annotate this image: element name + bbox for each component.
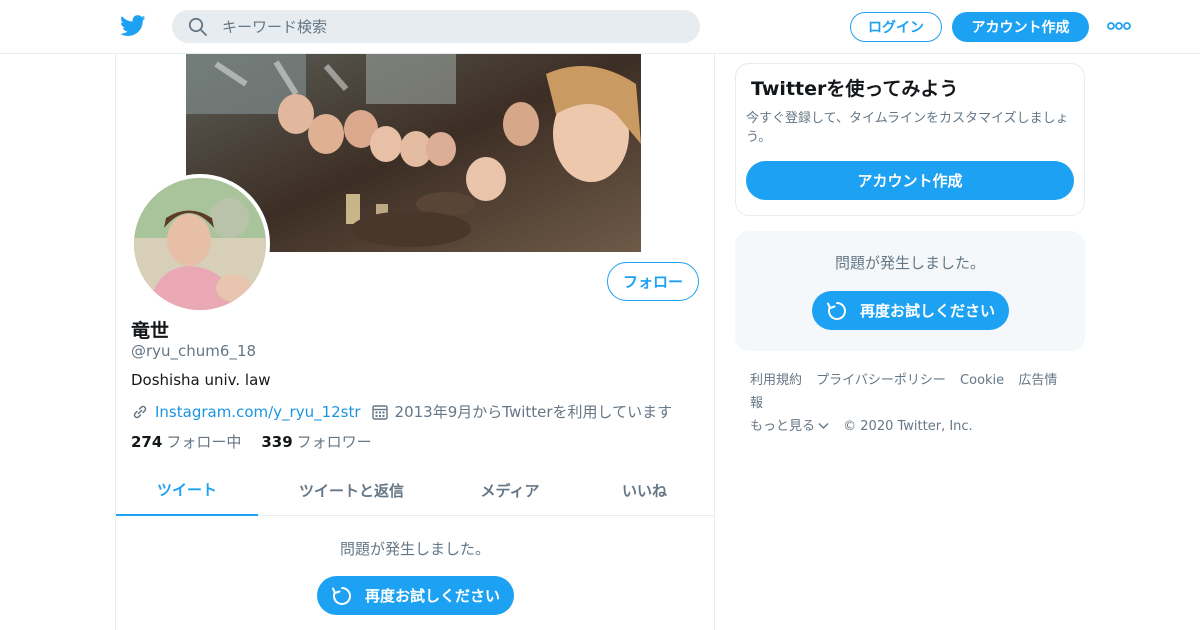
- footer-more-label: もっと見る: [750, 419, 816, 434]
- chevron-down-icon: [818, 423, 829, 429]
- sidebar-error-message: 問題が発生しました。: [834, 254, 985, 272]
- footer-link-cookie[interactable]: Cookie: [960, 373, 1004, 388]
- more-options-icon[interactable]: [1106, 18, 1132, 34]
- sidebar-retry-label: 再度お試しください: [859, 302, 995, 320]
- tab-tweets-and-replies[interactable]: ツイートと返信: [258, 464, 445, 516]
- follow-button[interactable]: フォロー: [607, 262, 699, 301]
- tab-tweets[interactable]: ツイート: [116, 464, 258, 516]
- tab-likes[interactable]: いいね: [575, 464, 714, 516]
- sidebar-retry-button[interactable]: 再度お試しください: [812, 291, 1009, 330]
- promo-title: Twitterを使ってみよう: [751, 78, 959, 100]
- profile-bio: Doshisha univ. law: [131, 371, 271, 389]
- timeline-retry-button[interactable]: 再度お試しください: [317, 576, 514, 615]
- search-input[interactable]: [222, 17, 682, 36]
- profile-avatar[interactable]: [130, 174, 270, 314]
- following-count-link[interactable]: 274 フォロー中: [131, 431, 241, 452]
- footer-link-terms[interactable]: 利用規約: [750, 373, 802, 388]
- refresh-icon: [826, 301, 846, 320]
- profile-website-link[interactable]: Instagram.com/y_ryu_12str: [155, 403, 361, 421]
- profile-column: フォロー 竜世 @ryu_chum6_18 Doshisha univ. law…: [115, 54, 715, 630]
- profile-tabs: ツイート ツイートと返信 メディア いいね: [116, 464, 714, 516]
- refresh-icon: [331, 586, 351, 605]
- followers-count: 339: [261, 433, 293, 451]
- profile-display-name: 竜世: [131, 320, 170, 342]
- promo-signup-button[interactable]: アカウント作成: [746, 161, 1074, 200]
- signup-promo-card: Twitterを使ってみよう 今すぐ登録して、タイムラインをカスタマイズしましょ…: [735, 63, 1085, 216]
- footer-link-privacy[interactable]: プライバシーポリシー: [816, 373, 946, 388]
- link-icon: [133, 405, 147, 418]
- profile-join-date: 2013年9月からTwitterを利用しています: [394, 403, 673, 421]
- twitter-bird-icon[interactable]: [120, 14, 146, 38]
- profile-counts: 274 フォロー中 339 フォロワー: [131, 431, 392, 452]
- sidebar-error-card: 問題が発生しました。 再度お試しください: [735, 231, 1085, 351]
- promo-subtitle: 今すぐ登録して、タイムラインをカスタマイズしましょう。: [746, 111, 1069, 145]
- signup-button[interactable]: アカウント作成: [952, 12, 1089, 42]
- avatar-photo: [134, 178, 266, 310]
- footer-more-link[interactable]: もっと見る: [750, 419, 829, 434]
- profile-meta: Instagram.com/y_ryu_12str 2013年9月からTwitt…: [131, 401, 672, 422]
- search-bar[interactable]: [172, 10, 700, 43]
- search-icon: [188, 17, 207, 36]
- following-label: フォロー中: [166, 433, 242, 451]
- followers-count-link[interactable]: 339 フォロワー: [261, 431, 371, 452]
- following-count: 274: [131, 433, 163, 451]
- timeline-error-message: 問題が発生しました。: [339, 540, 490, 558]
- footer-copyright: © 2020 Twitter, Inc.: [843, 419, 973, 434]
- login-button[interactable]: ログイン: [850, 12, 942, 42]
- profile-handle[interactable]: @ryu_chum6_18: [131, 342, 256, 360]
- followers-label: フォロワー: [296, 433, 372, 451]
- tab-media[interactable]: メディア: [445, 464, 575, 516]
- timeline-retry-label: 再度お試しください: [364, 587, 500, 605]
- calendar-icon: [371, 404, 388, 420]
- footer-links: 利用規約 プライバシーポリシー Cookie 広告情報 もっと見る © 2020…: [750, 369, 1080, 438]
- top-navigation-bar: ログイン アカウント作成: [0, 0, 1200, 54]
